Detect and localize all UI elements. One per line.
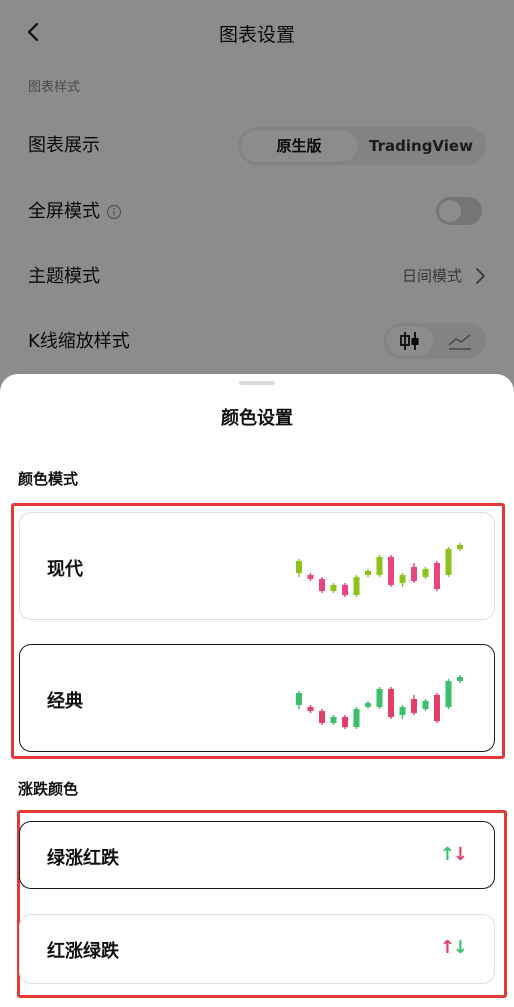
down-arrow-icon: ↓ — [452, 844, 468, 865]
candle-body — [330, 717, 337, 723]
candle-body — [434, 695, 440, 721]
candle-body — [296, 693, 302, 705]
up-down-arrows-icon: ↑↓ — [439, 937, 468, 958]
rise-fall-option-green-up[interactable]: 绿涨红跌 ↑↓ — [19, 821, 495, 889]
section-label-chart-style: 图表样式 — [28, 80, 81, 95]
candle-body — [411, 567, 417, 581]
toggle-knob — [439, 200, 461, 222]
kline-zoom-segmented-control — [384, 323, 486, 359]
candle-body — [376, 689, 383, 707]
page-title: 图表设置 — [218, 24, 295, 46]
candle-body — [319, 579, 325, 591]
up-arrow-icon: ↑ — [439, 937, 455, 958]
native-version-option[interactable]: 原生版 — [241, 130, 357, 162]
candle-body — [388, 689, 394, 717]
candlestick-option[interactable] — [387, 326, 433, 356]
candle-body — [399, 707, 406, 715]
rise-fall-label: 绿涨红跌 — [47, 848, 119, 869]
candlestick-icon — [400, 332, 419, 350]
fullscreen-toggle[interactable] — [436, 197, 482, 225]
candle-body — [445, 549, 452, 575]
rise-fall-color-title: 涨跌颜色 — [18, 780, 79, 798]
down-arrow-icon: ↓ — [452, 937, 468, 958]
fullscreen-label: 全屏模式 — [28, 201, 100, 222]
fullscreen-row: 全屏模式 — [0, 183, 514, 239]
chart-display-label: 图表展示 — [28, 135, 100, 156]
candle-body — [342, 585, 348, 595]
candle-body — [330, 585, 337, 591]
line-chart-option[interactable] — [437, 326, 483, 356]
rise-fall-option-red-up[interactable]: 红涨绿跌 ↑↓ — [19, 914, 495, 984]
theme-value: 日间模式 — [401, 267, 462, 285]
classic-candles-preview — [296, 675, 463, 729]
up-down-arrows-icon: ↑↓ — [439, 844, 468, 865]
up-arrow-icon: ↑ — [439, 844, 455, 865]
sheet-title: 颜色设置 — [221, 408, 293, 429]
candle-body — [376, 557, 383, 575]
candle-body — [365, 703, 371, 707]
color-mode-option-classic[interactable]: 经典 — [19, 644, 495, 752]
candle-body — [307, 575, 314, 579]
info-icon[interactable] — [106, 204, 122, 220]
color-mode-title: 颜色模式 — [18, 470, 79, 488]
chart-display-row: 图表展示 原生版 TradingView — [0, 117, 514, 173]
sheet-drag-handle[interactable] — [239, 381, 275, 385]
candle-body — [434, 563, 440, 589]
modern-candles-preview — [296, 543, 463, 597]
candle-body — [353, 709, 360, 727]
rise-fall-label: 红涨绿跌 — [47, 941, 119, 962]
kline-zoom-row: K线缩放样式 — [0, 313, 514, 369]
chart-display-segmented-control: 原生版 TradingView — [238, 127, 486, 165]
color-mode-option-modern[interactable]: 现代 — [19, 512, 495, 620]
color-settings-sheet: 颜色设置 颜色模式 现代 经典 涨跌颜色 绿涨红跌 ↑↓ 红涨绿跌 ↑↓ — [0, 374, 514, 1007]
fullscreen-label-wrap: 全屏模式 — [28, 197, 122, 223]
candle-body — [365, 571, 371, 575]
theme-row[interactable]: 主题模式 日间模式 — [0, 248, 514, 304]
line-chart-icon — [448, 334, 471, 350]
candle-body — [422, 569, 429, 577]
candle-body — [457, 677, 463, 681]
candle-body — [353, 577, 360, 595]
candle-body — [411, 699, 417, 713]
candle-body — [422, 701, 429, 709]
color-mode-label: 现代 — [47, 559, 83, 580]
theme-label: 主题模式 — [28, 266, 100, 287]
candle-body — [388, 557, 394, 585]
chevron-right-icon — [476, 268, 485, 284]
navigation-bar: 图表设置 — [0, 0, 514, 64]
candle-body — [307, 707, 314, 711]
color-mode-label: 经典 — [47, 691, 83, 712]
tradingview-option[interactable]: TradingView — [359, 130, 483, 162]
candle-body — [399, 575, 406, 583]
candle-body — [457, 545, 463, 549]
candle-body — [342, 717, 348, 727]
candle-body — [296, 561, 302, 573]
kline-zoom-label: K线缩放样式 — [28, 331, 130, 352]
candle-body — [445, 681, 452, 707]
candle-body — [319, 711, 325, 723]
